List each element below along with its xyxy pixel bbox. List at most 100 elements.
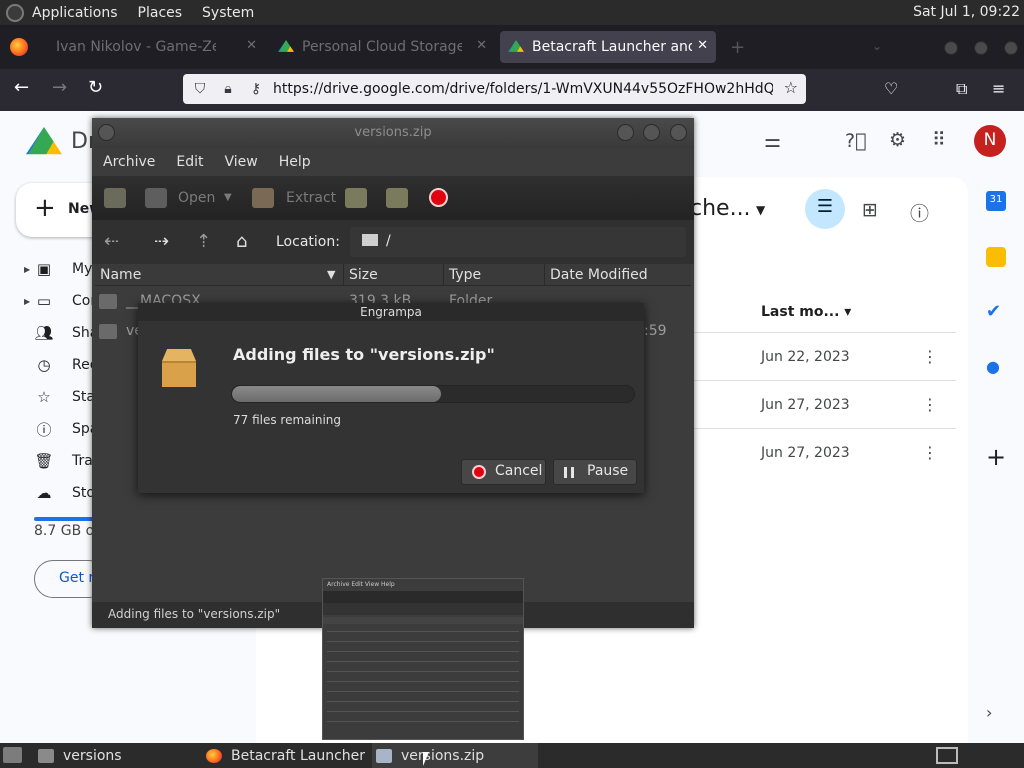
- info-icon[interactable]: ⓘ: [910, 199, 929, 226]
- grid-view-icon[interactable]: ⊞: [862, 199, 878, 221]
- sidebar-item-shared[interactable]: 👥︎ Sha: [24, 321, 98, 345]
- help-icon[interactable]: ?⃝: [845, 130, 867, 152]
- sidebar-item-spam[interactable]: ⓘ Spa: [24, 417, 98, 441]
- pocket-icon[interactable]: ♡: [884, 79, 898, 98]
- close-window-button[interactable]: [670, 124, 687, 141]
- forward-arrow-icon[interactable]: ⇢: [154, 231, 169, 252]
- stop-icon[interactable]: [429, 188, 448, 207]
- sidebar-item-my-drive[interactable]: ▶ ▣ My: [24, 257, 92, 281]
- caret-right-icon[interactable]: ▶: [24, 297, 34, 306]
- filter-icon[interactable]: ☰: [805, 189, 845, 229]
- back-arrow-icon[interactable]: ←: [14, 77, 29, 98]
- forward-arrow-icon[interactable]: →: [52, 77, 67, 98]
- home-icon[interactable]: ⌂: [236, 231, 247, 252]
- new-tab-icon[interactable]: +: [730, 37, 745, 58]
- applications-menu[interactable]: Applications: [32, 5, 118, 21]
- avatar[interactable]: N: [974, 125, 1006, 157]
- sidebar-item-starred[interactable]: ☆ Star: [24, 385, 100, 409]
- close-window-button[interactable]: [1004, 41, 1018, 55]
- tasks-icon[interactable]: ✔: [986, 301, 1006, 322]
- sort-arrow-icon[interactable]: ▼: [327, 268, 335, 281]
- close-icon[interactable]: ✕: [697, 38, 708, 53]
- task-engrampa[interactable]: versions.zip: [372, 743, 538, 768]
- show-desktop-icon[interactable]: [3, 747, 22, 763]
- maximize-window-button[interactable]: [643, 124, 660, 141]
- sidebar-label: My: [72, 261, 93, 277]
- sidebar-item-recent[interactable]: ◷ Rec: [24, 353, 97, 377]
- calendar-icon[interactable]: 31: [986, 191, 1006, 211]
- more-options-icon[interactable]: ⋮: [922, 395, 938, 414]
- key-icon[interactable]: ⚷: [245, 81, 267, 97]
- tab-game-zed[interactable]: Ivan Nikolov - Game-Zed R ✕: [40, 31, 265, 63]
- open-icon[interactable]: [145, 188, 167, 208]
- keep-icon[interactable]: [986, 247, 1006, 267]
- back-arrow-icon[interactable]: ⇠: [104, 231, 119, 252]
- window-menu-button[interactable]: [98, 124, 115, 141]
- menu-view[interactable]: View: [225, 154, 258, 170]
- open-button-label[interactable]: Open: [178, 190, 215, 206]
- sidebar-item-trash[interactable]: 🗑︎ Tras: [24, 449, 100, 473]
- column-date-modified[interactable]: Date Modified: [550, 267, 648, 283]
- contacts-icon[interactable]: ●: [986, 357, 1006, 377]
- reload-icon[interactable]: ↻: [88, 77, 103, 98]
- gear-icon[interactable]: ⚙: [889, 129, 906, 151]
- minimize-window-button[interactable]: [617, 124, 634, 141]
- tab-personal-cloud[interactable]: Personal Cloud Storage f ✕: [270, 31, 495, 63]
- close-icon[interactable]: ✕: [476, 38, 487, 53]
- add-folder-icon[interactable]: [386, 188, 408, 208]
- url-text[interactable]: https://drive.google.com/drive/folders/1…: [273, 81, 773, 97]
- menu-icon[interactable]: ≡: [992, 79, 1005, 98]
- shield-icon[interactable]: ⛉: [189, 81, 211, 97]
- minimize-window-button[interactable]: [944, 41, 958, 55]
- window-preview-thumbnail[interactable]: Archive Edit View Help: [322, 578, 524, 740]
- menu-archive[interactable]: Archive: [103, 154, 155, 170]
- more-options-icon[interactable]: ⋮: [922, 347, 938, 366]
- url-bar[interactable]: ⛉ 🔒︎ ⚷ https://drive.google.com/drive/fo…: [183, 74, 806, 104]
- column-size[interactable]: Size: [349, 267, 378, 283]
- chevron-right-icon[interactable]: ›: [986, 703, 1006, 723]
- cancel-button[interactable]: Cancel: [461, 459, 546, 485]
- distro-logo-icon[interactable]: [6, 3, 24, 22]
- caret-down-icon[interactable]: ▼: [756, 203, 765, 217]
- google-drive-logo-icon[interactable]: [26, 127, 62, 155]
- add-files-icon[interactable]: [345, 188, 367, 208]
- bookmark-star-icon[interactable]: ☆: [784, 78, 798, 97]
- new-archive-icon[interactable]: [104, 188, 126, 208]
- extract-button-label[interactable]: Extract: [286, 190, 336, 206]
- pause-icon: [564, 467, 574, 478]
- thumbnail-menus: Archive Edit View Help: [327, 581, 395, 588]
- search-options-icon[interactable]: ⚌: [764, 130, 781, 152]
- column-type[interactable]: Type: [449, 267, 481, 283]
- up-arrow-icon[interactable]: ⇡: [196, 231, 211, 252]
- lock-icon[interactable]: 🔒︎: [217, 81, 239, 97]
- chevron-down-icon[interactable]: ⌄: [872, 39, 882, 53]
- apps-grid-icon[interactable]: ⠿: [932, 129, 946, 151]
- column-name[interactable]: Name: [100, 267, 141, 283]
- close-icon[interactable]: ✕: [246, 38, 257, 53]
- extract-icon[interactable]: [252, 188, 274, 208]
- last-modified-header[interactable]: Last mo... ▾: [761, 304, 851, 320]
- more-options-icon[interactable]: ⋮: [922, 443, 938, 462]
- tab-betacraft[interactable]: Betacraft Launcher and Vers ✕: [500, 31, 716, 63]
- system-menu[interactable]: System: [202, 5, 254, 21]
- task-versions-folder[interactable]: versions: [38, 743, 198, 768]
- progress-bar: [231, 385, 635, 403]
- open-dropdown-icon[interactable]: ▼: [224, 192, 232, 203]
- menu-edit[interactable]: Edit: [176, 154, 203, 170]
- sidebar-item-storage[interactable]: ☁ Stor: [24, 481, 101, 505]
- pause-button[interactable]: Pause: [553, 459, 637, 485]
- clock[interactable]: Sat Jul 1, 09:22: [913, 4, 1020, 20]
- extensions-icon[interactable]: ⧉: [956, 79, 967, 99]
- menu-bar: Archive Edit View Help: [92, 148, 694, 176]
- folder-title[interactable]: che...: [690, 196, 751, 221]
- places-menu[interactable]: Places: [138, 5, 183, 21]
- add-addon-icon[interactable]: +: [986, 443, 1006, 471]
- location-field[interactable]: /: [350, 227, 686, 257]
- menu-help[interactable]: Help: [279, 154, 311, 170]
- task-firefox[interactable]: Betacraft Launcher ...: [206, 743, 366, 768]
- maximize-window-button[interactable]: [974, 41, 988, 55]
- navigation-bar: ← → ↻ ⛉ 🔒︎ ⚷ https://drive.google.com/dr…: [0, 69, 1024, 111]
- caret-right-icon[interactable]: ▶: [24, 265, 34, 274]
- tray-icon[interactable]: [936, 747, 958, 764]
- firefox-view-icon[interactable]: [10, 38, 28, 56]
